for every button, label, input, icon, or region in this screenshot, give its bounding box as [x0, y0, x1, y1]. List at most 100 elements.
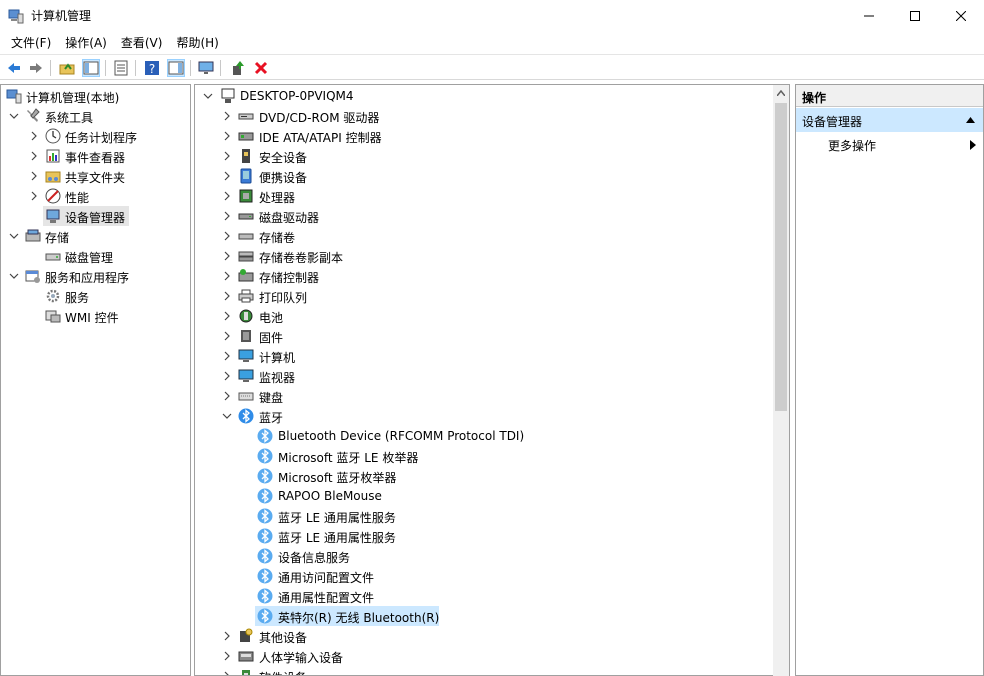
chevron-right-icon[interactable] [222, 631, 232, 641]
storage-icon [25, 229, 41, 242]
computer-icon [238, 349, 254, 362]
chevron-right-icon[interactable] [29, 131, 39, 141]
console-tree-icon [83, 61, 99, 75]
actions-header: 操作 [796, 85, 983, 107]
chevron-right-icon[interactable] [222, 131, 232, 141]
chevron-right-icon[interactable] [222, 271, 232, 281]
minimize-button[interactable] [846, 0, 892, 31]
tree-item-label: 性能 [65, 191, 90, 205]
collapse-triangle-icon [966, 117, 975, 123]
chevron-right-icon[interactable] [222, 391, 232, 401]
processor-icon [239, 189, 253, 203]
scan-hardware-button[interactable] [197, 59, 215, 77]
bluetooth-light-icon [257, 508, 273, 524]
chevron-right-icon[interactable] [222, 251, 232, 261]
svg-text:?: ? [149, 62, 155, 76]
computer-management-icon [8, 9, 24, 24]
update-driver-button[interactable] [229, 59, 247, 77]
maximize-button[interactable] [892, 0, 938, 31]
tree-item-label: WMI 控件 [65, 311, 119, 325]
hid-icon [238, 651, 254, 662]
chevron-right-icon[interactable] [29, 171, 39, 181]
more-actions-item[interactable]: 更多操作 [828, 137, 876, 154]
menu-action[interactable]: 操作(A) [58, 31, 114, 53]
bluetooth-light-icon [257, 428, 273, 444]
tree-item-label: 服务和应用程序 [45, 271, 130, 285]
chevron-right-icon[interactable] [222, 171, 232, 181]
bluetooth-light-icon [257, 448, 273, 464]
menu-view[interactable]: 查看(V) [114, 31, 170, 53]
portable-device-icon [240, 168, 252, 184]
chevron-right-icon[interactable] [222, 671, 232, 676]
device-category-label: 电池 [259, 311, 284, 325]
battery-icon [239, 309, 253, 323]
toolbar: ? [0, 54, 984, 80]
bluetooth-light-icon [257, 468, 273, 484]
close-button[interactable] [938, 0, 984, 31]
device-category-label: 固件 [259, 331, 284, 345]
device-category-label: 打印队列 [259, 291, 308, 305]
chevron-right-icon[interactable] [222, 371, 232, 381]
bluetooth-light-icon [257, 528, 273, 544]
device-category-label: 键盘 [259, 391, 284, 405]
monitor-scan-icon [198, 61, 214, 74]
action-pane-icon [168, 61, 184, 75]
device-tree-pane[interactable]: DESKTOP-0PVIQM4 DVD/CD-ROM 驱动器 IDE ATA/ATA… [194, 84, 790, 676]
shadow-copy-icon [238, 251, 254, 262]
chevron-right-icon[interactable] [222, 211, 232, 221]
maximize-icon [910, 10, 920, 21]
chevron-down-icon[interactable] [222, 411, 232, 421]
chevron-down-icon[interactable] [203, 91, 213, 101]
chevron-down-icon[interactable] [9, 271, 19, 281]
show-hide-tree-button[interactable] [82, 59, 100, 77]
chevron-right-icon[interactable] [222, 111, 232, 121]
chevron-right-icon[interactable] [29, 191, 39, 201]
chevron-down-icon[interactable] [9, 111, 19, 121]
up-folder-button[interactable] [58, 59, 76, 77]
chevron-right-icon[interactable] [222, 191, 232, 201]
actions-section-device-manager[interactable]: 设备管理器 [796, 108, 983, 132]
chevron-right-icon[interactable] [222, 311, 232, 321]
chevron-right-icon[interactable] [222, 651, 232, 661]
uninstall-device-button[interactable] [252, 59, 270, 77]
device-category-label: 计算机 [259, 351, 296, 365]
tree-item-label: 磁盘管理 [65, 251, 114, 265]
chevron-right-icon[interactable] [222, 291, 232, 301]
device-category-label: IDE ATA/ATAPI 控制器 [259, 131, 382, 145]
chevron-right-icon[interactable] [29, 151, 39, 161]
minimize-icon [864, 15, 874, 16]
device-category-label: 人体学输入设备 [259, 651, 344, 665]
storage-volume-icon [238, 233, 254, 240]
scrollbar-thumb[interactable] [775, 103, 787, 411]
performance-icon [45, 188, 61, 204]
device-label: 蓝牙 LE 通用属性服务 [278, 511, 396, 525]
device-tree-root-label[interactable]: DESKTOP-0PVIQM4 [240, 89, 354, 103]
tree-item-label: 事件查看器 [65, 151, 126, 165]
chevron-right-icon[interactable] [222, 351, 232, 361]
vertical-scrollbar[interactable] [773, 85, 789, 676]
device-category-label: 安全设备 [259, 151, 308, 165]
device-category-label: 蓝牙 [259, 411, 284, 425]
show-hide-action-pane-button[interactable] [167, 59, 185, 77]
help-button[interactable]: ? [143, 59, 161, 77]
forward-button[interactable] [27, 59, 45, 77]
wmi-icon [45, 310, 61, 323]
bluetooth-light-icon [257, 608, 273, 624]
scroll-up-button[interactable] [773, 85, 789, 101]
console-tree-pane[interactable]: 计算机管理(本地) 系统工具 任务计划程序 事件查看器 共享文件夹 性能 设备管理器 存储 磁盘… [0, 84, 191, 676]
menu-file[interactable]: 文件(F) [4, 31, 58, 53]
tree-item-label: 共享文件夹 [65, 171, 126, 185]
tree-item-label: 存储 [45, 231, 70, 245]
help-icon: ? [145, 61, 159, 76]
software-device-icon [242, 670, 250, 675]
properties-button[interactable] [112, 59, 130, 77]
security-device-icon [242, 149, 250, 163]
bluetooth-light-icon [257, 568, 273, 584]
back-button[interactable] [5, 59, 23, 77]
menu-help[interactable]: 帮助(H) [169, 31, 225, 53]
chevron-right-icon[interactable] [222, 231, 232, 241]
device-label: 通用属性配置文件 [278, 591, 375, 605]
chevron-down-icon[interactable] [9, 231, 19, 241]
chevron-right-icon[interactable] [222, 331, 232, 341]
chevron-right-icon[interactable] [222, 151, 232, 161]
